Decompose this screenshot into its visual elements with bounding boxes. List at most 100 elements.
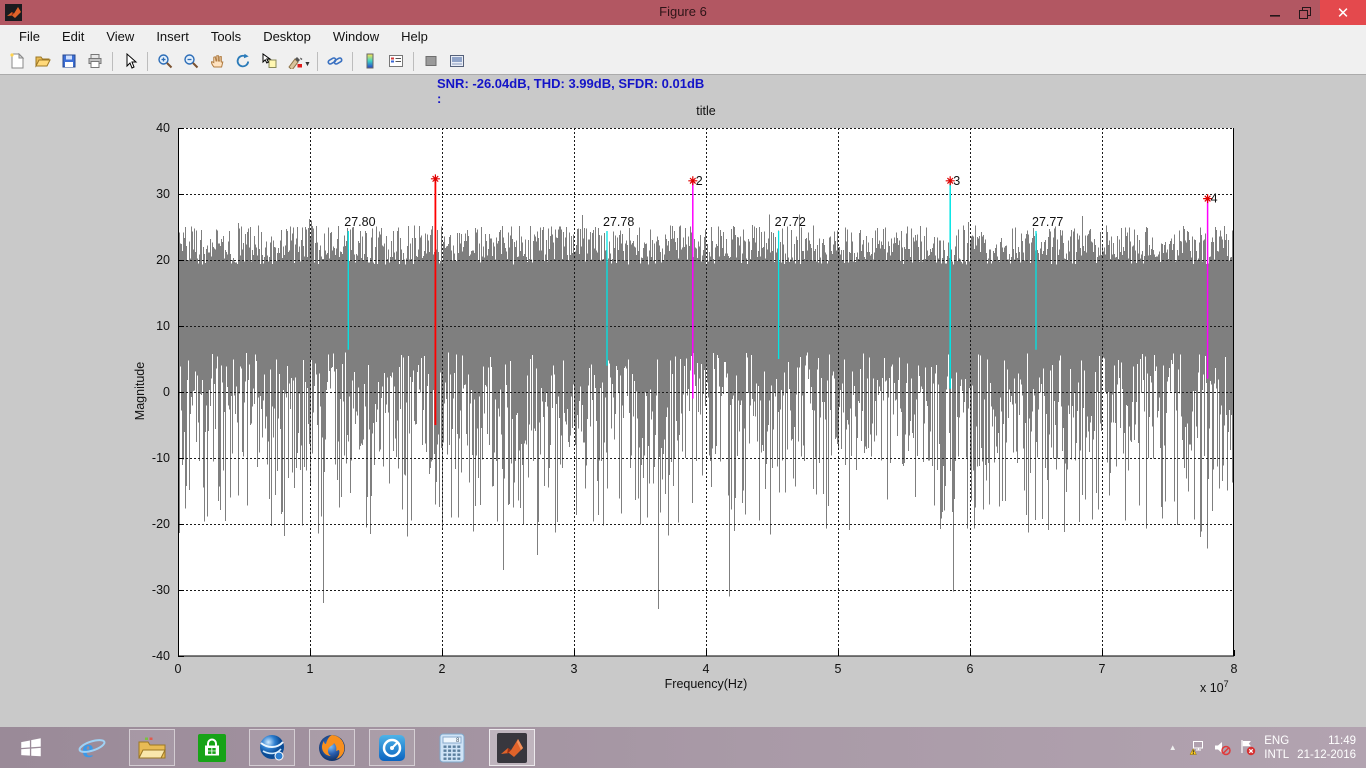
snr-thd-sfdr-annotation: SNR: -26.04dB, THD: 3.99dB, SFDR: 0.01dB [437,76,705,91]
taskbar-item-windows-store[interactable] [189,729,235,766]
spectrum-plot: 0 1 2 3 4 5 6 7 8 40 30 20 10 0 -10 -20 -30 -40 27.80 27.78… [152,121,1238,676]
data-cursor-icon [262,53,277,68]
x-tick-label: 5 [835,662,842,676]
spur-label: 27.77 [1032,215,1063,229]
spur-label: 27.78 [603,215,634,229]
taskbar-item-firefox[interactable] [309,729,355,766]
y-tick-label: -20 [152,517,170,531]
taskbar-item-media-app[interactable] [369,729,415,766]
svg-text:e: e [82,734,94,763]
save-figure-icon [62,54,76,68]
windows-store-icon [197,733,227,763]
figure-toolbar: ▼ [0,48,1366,75]
y-tick-label: 0 [163,385,170,399]
print-figure-button[interactable] [82,50,108,73]
title-bar: Figure 6 ✕ [0,0,1366,25]
network-warning-icon[interactable] [1189,739,1206,756]
close-button[interactable]: ✕ [1320,0,1366,25]
show-hidden-icons-chevron[interactable]: ▲ [1164,739,1181,756]
x-tick-label: 7 [1099,662,1106,676]
toolbar-separator [351,51,353,71]
plot-title: title [696,104,716,118]
menu-window[interactable]: Window [322,27,390,46]
window-title: Figure 6 [659,4,707,19]
minimize-icon [1269,15,1280,17]
y-tick-label: -10 [152,451,170,465]
time: 11:49 [1328,734,1356,747]
system-tray: ▲ ENG INTL 11:49 21-12-2016 [1164,727,1362,768]
pan-button[interactable] [204,50,230,73]
restore-button[interactable] [1290,0,1320,25]
zoom-in-button[interactable] [152,50,178,73]
taskbar: e8 ▲ ENG INTL 11:49 21-12-2016 [0,727,1366,768]
window-controls: ✕ [1260,0,1366,25]
y-tick-label: 10 [156,319,170,333]
y-tick-label: 30 [156,187,170,201]
language-indicator[interactable]: ENG INTL [1264,734,1289,762]
zoom-in-icon [158,54,173,69]
pointer-icon [126,53,138,69]
x-axis-label: Frequency(Hz) [664,677,748,691]
hide-plot-tools-button[interactable] [418,50,444,73]
menu-insert[interactable]: Insert [145,27,200,46]
link-plot-button[interactable] [322,50,348,73]
y-tick-label: -40 [152,649,170,663]
matlab-icon [496,732,528,764]
y-tick-label: 40 [156,121,170,135]
flag-error-icon[interactable] [1239,739,1256,756]
toolbar-separator [112,51,113,71]
link-plot-icon [327,57,343,65]
print-figure-icon [88,54,102,68]
speaker-muted-icon[interactable] [1214,739,1231,756]
close-icon: ✕ [1336,4,1350,22]
menu-help[interactable]: Help [390,27,439,46]
zoom-out-button[interactable] [178,50,204,73]
new-file-icon [10,53,25,69]
taskbar-items: e8 [0,727,542,768]
save-figure-button[interactable] [56,50,82,73]
clock[interactable]: 11:49 21-12-2016 [1297,734,1356,762]
x-tick-label: 4 [703,662,710,676]
new-file-button[interactable] [4,50,30,73]
brush-icon [288,57,303,69]
menu-bar: File Edit View Insert Tools Desktop Window Help [0,25,1366,48]
y-axis-label: Magnitude [133,361,147,421]
brush-dropdown-caret[interactable]: ▼ [304,61,311,68]
media-app-icon [377,733,407,763]
minimize-button[interactable] [1260,0,1290,25]
open-file-icon [35,56,51,68]
show-plot-tools-icon [449,55,464,67]
file-explorer-icon [137,733,167,763]
pointer-button[interactable] [117,50,143,73]
x-tick-label: 3 [571,662,578,676]
harmonic-label: 4 [1211,192,1218,206]
rotate-3d-icon [236,53,250,68]
taskbar-item-internet-explorer[interactable]: e [69,729,115,766]
x-tick-label: 6 [967,662,974,676]
menu-edit[interactable]: Edit [51,27,95,46]
taskbar-item-globe-app[interactable] [249,729,295,766]
insert-colorbar-icon [366,53,374,69]
taskbar-item-file-explorer[interactable] [129,729,175,766]
data-cursor-button[interactable] [256,50,282,73]
taskbar-item-calculator[interactable]: 8 [429,729,475,766]
menu-file[interactable]: File [8,27,51,46]
menu-desktop[interactable]: Desktop [252,27,322,46]
show-plot-tools-button[interactable] [444,50,470,73]
x-tick-label: 2 [439,662,446,676]
open-file-button[interactable] [30,50,56,73]
start-button[interactable] [0,727,62,768]
date: 21-12-2016 [1297,748,1356,761]
menu-tools[interactable]: Tools [200,27,252,46]
spur-label: 27.72 [775,215,806,229]
x-tick-label: 0 [175,662,182,676]
x-axis-multiplier: x 107 [1200,679,1229,696]
toolbar-separator [412,51,414,71]
harmonic-label: 3 [953,174,960,188]
x-tick-label: 8 [1231,662,1238,676]
menu-view[interactable]: View [95,27,145,46]
taskbar-item-matlab[interactable] [489,729,535,766]
insert-colorbar-button[interactable] [357,50,383,73]
rotate-3d-button[interactable] [230,50,256,73]
insert-legend-button[interactable] [383,50,409,73]
